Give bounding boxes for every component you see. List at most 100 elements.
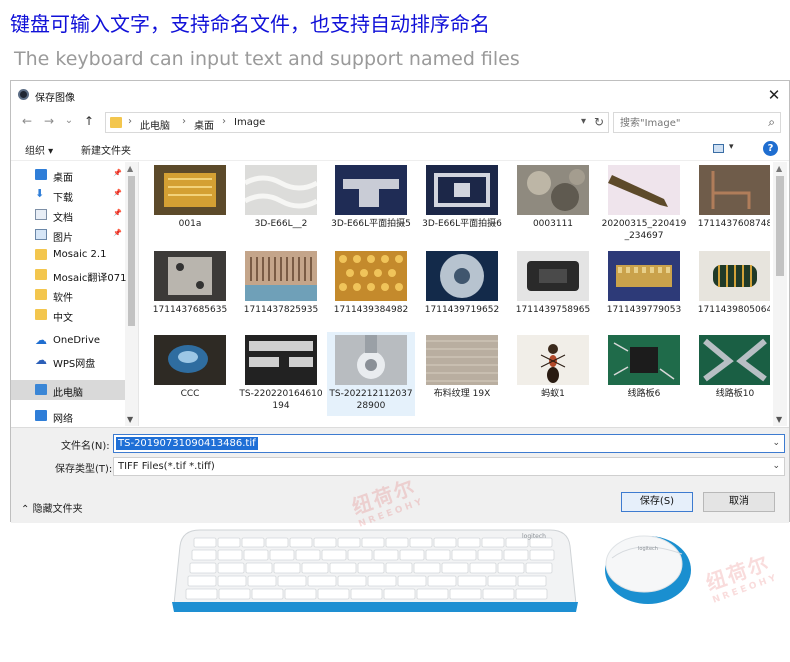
up-arrow-icon[interactable]: ↑	[81, 113, 97, 129]
breadcrumb-image[interactable]: Image	[234, 117, 265, 128]
navigation-bar: ← → ⌄ ↑ › 此电脑 › 桌面 › Image ▾ ↻ ⌕	[11, 109, 789, 135]
new-folder-button[interactable]: 新建文件夹	[81, 142, 131, 157]
sidebar-item[interactable]: ☁ WPS网盘	[11, 351, 125, 371]
file-grid-scrollbar[interactable]: ▲ ▼	[773, 162, 787, 426]
mouse-image: logitech	[602, 528, 694, 608]
file-item[interactable]: 1711439805064	[691, 248, 770, 332]
sidebar-scrollbar[interactable]: ▲ ▼	[125, 162, 138, 426]
organize-button[interactable]: 组织 ▾	[25, 142, 53, 157]
chevron-down-icon[interactable]: ⌄	[772, 438, 780, 448]
sidebar-item[interactable]: 网络	[11, 406, 125, 426]
file-item[interactable]: 1711437608748	[691, 162, 770, 246]
computer-icon	[35, 384, 47, 395]
sidebar-item[interactable]: 中文	[11, 305, 125, 325]
file-thumbnail	[426, 165, 498, 215]
file-thumbnail	[335, 335, 407, 385]
keyboard-key	[191, 549, 217, 561]
save-button[interactable]: 保存(S)	[621, 492, 693, 512]
address-bar[interactable]: › 此电脑 › 桌面 › Image ▾ ↻	[105, 112, 609, 133]
filetype-select[interactable]: TIFF Files(*.tif *.tiff) ⌄	[113, 457, 785, 476]
keyboard-key	[399, 549, 425, 561]
save-image-dialog: 保存图像 ✕ ← → ⌄ ↑ › 此电脑 › 桌面 › Image ▾ ↻ ⌕ …	[10, 80, 790, 523]
sidebar-item[interactable]: ☁ OneDrive	[11, 331, 125, 351]
filename-field[interactable]: TS-20190731090413486.tif ⌄	[113, 434, 785, 453]
file-name: 1711439779053	[606, 305, 682, 315]
sidebar-item[interactable]: 桌面 📌	[11, 165, 125, 185]
sidebar-item[interactable]: ⬇ 下载 📌	[11, 185, 125, 205]
hide-folders-toggle[interactable]: ⌃ 隐藏文件夹	[21, 500, 83, 515]
keyboard-key	[515, 588, 548, 600]
close-icon[interactable]: ✕	[765, 86, 783, 104]
file-item[interactable]: CCC	[146, 332, 234, 416]
search-icon[interactable]: ⌕	[768, 115, 775, 130]
view-icon	[713, 144, 724, 153]
keyboard-key	[295, 549, 321, 561]
file-name: 布料纹理 19X	[433, 389, 491, 399]
search-box[interactable]: ⌕	[613, 112, 781, 133]
help-icon[interactable]: ?	[763, 141, 778, 156]
keyboard-key	[457, 575, 487, 587]
breadcrumb-this-pc[interactable]: 此电脑	[140, 117, 170, 132]
file-thumbnail	[426, 335, 498, 385]
sidebar-item[interactable]: 图片 📌	[11, 225, 125, 245]
scroll-up-icon[interactable]: ▲	[127, 164, 133, 173]
cancel-button[interactable]: 取消	[703, 492, 775, 512]
file-item[interactable]: 1711437825935	[237, 248, 325, 332]
back-arrow-icon[interactable]: ←	[19, 113, 35, 129]
file-thumbnail	[517, 165, 589, 215]
file-item[interactable]: 蚂蚁1	[509, 332, 597, 416]
scroll-up-icon[interactable]: ▲	[776, 164, 782, 173]
sidebar-item[interactable]: 此电脑	[11, 380, 125, 400]
folder-icon	[110, 117, 122, 128]
keyboard-key	[218, 588, 251, 600]
file-item[interactable]: 线路板10	[691, 332, 770, 416]
chevron-right-icon[interactable]: ›	[128, 116, 132, 127]
sidebar-item-label: Mosaic翻译071	[53, 273, 127, 284]
chevron-right-icon[interactable]: ›	[222, 116, 226, 127]
sidebar-item[interactable]: Mosaic翻译071	[11, 265, 127, 285]
sidebar-item[interactable]: Mosaic 2.1	[11, 245, 125, 265]
file-item[interactable]: 3D-E66L__2	[237, 162, 325, 246]
sidebar-item-label: 桌面	[53, 173, 73, 184]
brand-watermark: 纽荷尔 NREEOHY	[701, 545, 780, 605]
chevron-down-icon[interactable]: ⌄	[772, 461, 780, 471]
file-thumbnail	[154, 335, 226, 385]
file-item[interactable]: 1711439719652	[418, 248, 506, 332]
view-options-button[interactable]: ▾	[713, 142, 739, 156]
sidebar-item[interactable]: 文档 📌	[11, 205, 125, 225]
file-item[interactable]: 0003111	[509, 162, 597, 246]
file-item[interactable]: 3D-E66L平面拍摄6	[418, 162, 506, 246]
file-item[interactable]: 1711439779053	[600, 248, 688, 332]
forward-arrow-icon[interactable]: →	[41, 113, 57, 129]
chevron-down-icon[interactable]: ▾	[581, 116, 586, 127]
chevron-down-icon: ▾	[729, 142, 734, 152]
folder-icon	[35, 309, 47, 320]
breadcrumb-desktop[interactable]: 桌面	[194, 117, 214, 132]
file-item[interactable]: 布料纹理 19X	[418, 332, 506, 416]
scrollbar-thumb[interactable]	[776, 176, 784, 276]
title-bar: 保存图像 ✕	[11, 81, 789, 109]
filetype-value[interactable]: TIFF Files(*.tif *.tiff)	[118, 461, 215, 472]
search-input[interactable]	[620, 116, 760, 130]
sidebar-item[interactable]: 软件	[11, 285, 125, 305]
file-item[interactable]: 001a	[146, 162, 234, 246]
recent-locations-icon[interactable]: ⌄	[61, 113, 77, 129]
keyboard-key	[481, 537, 505, 548]
filename-value[interactable]: TS-20190731090413486.tif	[116, 437, 258, 450]
refresh-icon[interactable]: ↻	[594, 115, 604, 129]
file-item[interactable]: TS-220220164610194	[237, 332, 325, 416]
file-item[interactable]: 20200315_220419_234697	[600, 162, 688, 246]
keyboard-key	[449, 588, 482, 600]
scroll-down-icon[interactable]: ▼	[127, 415, 133, 424]
chevron-right-icon[interactable]: ›	[182, 116, 186, 127]
file-item[interactable]: TS-20221211203728900	[327, 332, 415, 416]
file-item[interactable]: 1711439758965	[509, 248, 597, 332]
keyboard-key	[273, 562, 301, 574]
file-item[interactable]: 线路板6	[600, 332, 688, 416]
file-item[interactable]: 3D-E66L平面拍摄5	[327, 162, 415, 246]
file-item[interactable]: 1711437685635	[146, 248, 234, 332]
scroll-down-icon[interactable]: ▼	[776, 415, 782, 424]
scrollbar-thumb[interactable]	[128, 176, 135, 326]
file-thumbnail	[335, 251, 407, 301]
file-item[interactable]: 1711439384982	[327, 248, 415, 332]
